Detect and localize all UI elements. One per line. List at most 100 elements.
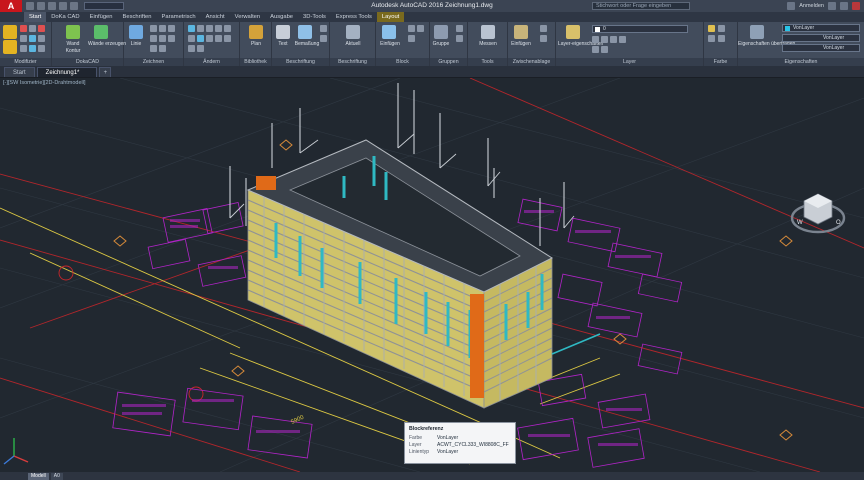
aktuell-button[interactable]: Aktuell <box>332 41 374 47</box>
fillet-icon[interactable] <box>188 35 195 42</box>
gruppe-button[interactable]: Gruppe <box>430 41 452 47</box>
tab-layout-a0[interactable]: A0 <box>50 472 63 480</box>
explode-icon[interactable] <box>197 45 204 52</box>
lineweight-combo[interactable]: VonLayer <box>782 44 860 52</box>
tab-express-tools[interactable]: Express Tools <box>331 12 377 22</box>
tool-icon[interactable] <box>38 35 45 42</box>
layer-eigenschaften-button[interactable]: Layer-eigenschaften <box>558 41 603 47</box>
erase-icon[interactable] <box>188 45 195 52</box>
tab-ansicht[interactable]: Ansicht <box>201 12 230 22</box>
sign-in-link[interactable]: Anmelden <box>799 3 824 9</box>
tab-verwalten[interactable]: Verwalten <box>230 12 265 22</box>
wall-icon[interactable] <box>66 25 80 39</box>
layer-unisolate-icon[interactable] <box>601 46 608 53</box>
insert-block-icon[interactable] <box>382 25 396 39</box>
array-icon[interactable] <box>215 35 222 42</box>
einfuegen2-button[interactable]: Einfügen <box>508 41 534 47</box>
rectangle-icon[interactable] <box>150 35 157 42</box>
scale-icon[interactable] <box>206 35 213 42</box>
group-icon[interactable] <box>434 25 448 39</box>
tool-icon[interactable] <box>20 35 27 42</box>
tool-icon[interactable] <box>29 25 36 32</box>
color-combo[interactable]: VonLayer <box>782 24 860 32</box>
bemassung-button[interactable]: Bemaßung <box>292 41 322 47</box>
workspace-dropdown[interactable] <box>84 2 124 10</box>
attribute-icon[interactable] <box>408 35 415 42</box>
viewcube[interactable]: W O <box>788 184 848 244</box>
tab-parametrisch[interactable]: Parametrisch <box>157 12 201 22</box>
offset-icon[interactable] <box>224 35 231 42</box>
library-icon[interactable] <box>249 25 263 39</box>
stretch-icon[interactable] <box>197 35 204 42</box>
tab-layout[interactable]: Layout <box>376 12 405 22</box>
gear-icon[interactable] <box>3 25 17 39</box>
wall-create-icon[interactable] <box>94 25 108 39</box>
arc-icon[interactable] <box>168 25 175 32</box>
tool-icon[interactable] <box>20 25 27 32</box>
hatch-icon[interactable] <box>159 35 166 42</box>
ungroup-icon[interactable] <box>456 25 463 32</box>
layer-dropdown[interactable]: 0 <box>592 25 688 33</box>
layer-properties-icon[interactable] <box>566 25 580 39</box>
rotate-icon[interactable] <box>197 25 204 32</box>
eigenschaften-uebertragen-button[interactable]: Eigenschaften übertragen <box>738 41 795 47</box>
app-menu-button[interactable]: A <box>0 0 22 12</box>
viewcube-w[interactable]: W <box>797 220 803 226</box>
doc-tab-start[interactable]: Start <box>4 67 35 77</box>
einfuegen-button[interactable]: Einfügen <box>378 41 402 47</box>
layer-off-icon[interactable] <box>592 36 599 43</box>
color-dropdown-icon[interactable] <box>718 25 725 32</box>
linetype-combo[interactable]: VonLayer <box>782 34 860 42</box>
measure-icon[interactable] <box>481 25 495 39</box>
spline-icon[interactable] <box>150 45 157 52</box>
viewport-label[interactable]: [-][SW Isometrie][2D-Drahtmodell] <box>3 80 86 86</box>
create-block-icon[interactable] <box>408 25 415 32</box>
help-icon[interactable] <box>828 2 836 10</box>
cut-icon[interactable] <box>540 35 547 42</box>
tool-icon[interactable] <box>38 25 45 32</box>
layer-lock-icon[interactable] <box>610 36 617 43</box>
tab-beschriften[interactable]: Beschriften <box>118 12 157 22</box>
minimize-icon[interactable] <box>840 2 848 10</box>
lineweight-icon[interactable] <box>718 35 725 42</box>
tab-start[interactable]: Start <box>24 12 47 22</box>
paste-icon[interactable] <box>514 25 528 39</box>
mirror-icon[interactable] <box>215 25 222 32</box>
point-icon[interactable] <box>159 45 166 52</box>
tab-dokacad[interactable]: DoKa CAD <box>46 12 84 22</box>
doc-tab-drawing[interactable]: Zeichnung1* <box>36 67 97 77</box>
drawing-canvas[interactable]: 5900 [-][SW Isometrie][2D-Drahtmodell] W… <box>0 78 864 472</box>
tool-icon[interactable] <box>29 45 36 52</box>
copy-clip-icon[interactable] <box>540 25 547 32</box>
text-icon[interactable] <box>276 25 290 39</box>
layer-iso-icon[interactable] <box>592 46 599 53</box>
redo-icon[interactable] <box>70 2 78 10</box>
copy-icon[interactable] <box>224 25 231 32</box>
edit-block-icon[interactable] <box>417 25 424 32</box>
table-icon[interactable] <box>320 35 327 42</box>
layer-freeze-icon[interactable] <box>601 36 608 43</box>
linetype-icon[interactable] <box>708 35 715 42</box>
tab-einfuegen[interactable]: Einfügen <box>85 12 118 22</box>
search-input[interactable]: Stichwort oder Frage eingeben <box>592 2 690 10</box>
layer-match-icon[interactable] <box>619 36 626 43</box>
tool-icon[interactable] <box>38 45 45 52</box>
color-icon[interactable] <box>708 25 715 32</box>
new-icon[interactable] <box>26 2 34 10</box>
wand-erzeugen-button[interactable]: Wände erzeugen <box>88 41 126 47</box>
leader-icon[interactable] <box>320 25 327 32</box>
dimension-icon[interactable] <box>298 25 312 39</box>
open-icon[interactable] <box>37 2 45 10</box>
tab-model[interactable]: Modell <box>28 472 49 480</box>
plan-button[interactable]: Plan <box>242 41 270 47</box>
trim-icon[interactable] <box>206 25 213 32</box>
text-button[interactable]: Text <box>274 41 292 47</box>
polyline-icon[interactable] <box>150 25 157 32</box>
match-properties-icon[interactable] <box>750 25 764 39</box>
line-icon[interactable] <box>129 25 143 39</box>
linie-button[interactable]: Linie <box>127 41 145 47</box>
messen-button[interactable]: Messen <box>472 41 504 47</box>
viewcube-o[interactable]: O <box>836 220 841 226</box>
move-icon[interactable] <box>188 25 195 32</box>
annotation-icon[interactable] <box>346 25 360 39</box>
